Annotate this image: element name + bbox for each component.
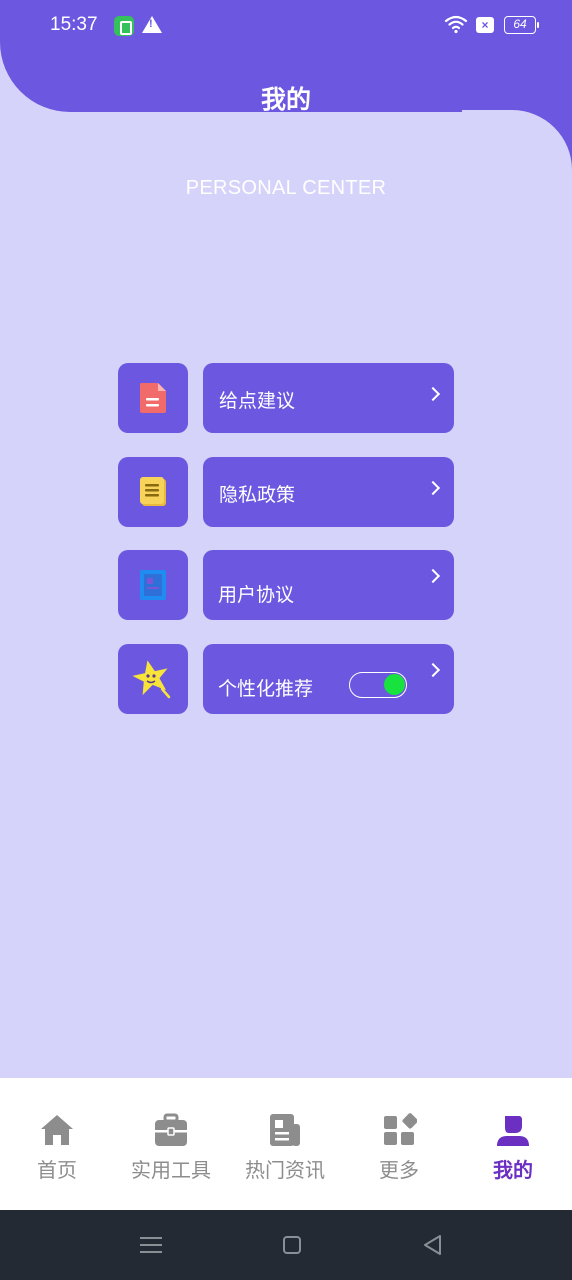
- menu-row-suggestion: 给点建议: [118, 363, 454, 433]
- nav-item-mine[interactable]: 我的: [456, 1078, 570, 1210]
- back-triangle-icon[interactable]: [422, 1234, 442, 1256]
- status-time: 15:37: [50, 14, 98, 35]
- header-curve-decoration: [462, 110, 572, 170]
- battery-icon: 64: [504, 16, 539, 34]
- page-subtitle: PERSONAL CENTER: [185, 177, 387, 199]
- status-bar: 15:37 × 64: [0, 0, 572, 52]
- warning-icon: [142, 16, 162, 33]
- nav-item-news[interactable]: 热门资讯: [228, 1078, 342, 1210]
- person-icon: [497, 1116, 529, 1146]
- menu-icon-box[interactable]: [118, 550, 188, 620]
- chevron-right-icon: [425, 662, 441, 678]
- home-icon: [41, 1115, 73, 1145]
- toolbox-icon: [155, 1113, 187, 1146]
- privacy-policy-button[interactable]: 隐私政策: [203, 457, 454, 527]
- star-icon: [132, 660, 171, 699]
- nav-label: 热门资讯: [245, 1158, 325, 1182]
- menu-label: 用户协议: [218, 584, 295, 606]
- wifi-icon: [444, 15, 468, 34]
- nav-item-home[interactable]: 首页: [0, 1078, 114, 1210]
- toggle-knob: [384, 674, 405, 695]
- nav-label: 实用工具: [131, 1158, 211, 1182]
- menu-icon[interactable]: [140, 1236, 162, 1254]
- menu-icon-box[interactable]: [118, 644, 188, 714]
- nav-label: 我的: [493, 1158, 533, 1182]
- app-notification-icon: [114, 16, 134, 36]
- nav-item-more[interactable]: 更多: [342, 1078, 456, 1210]
- menu-row-agreement: 用户协议: [118, 550, 454, 620]
- menu-label: 个性化推荐: [218, 678, 314, 700]
- nav-label: 更多: [379, 1158, 419, 1182]
- menu-label: 给点建议: [219, 390, 296, 412]
- menu-label: 隐私政策: [219, 484, 296, 506]
- menu-icon-box[interactable]: [118, 457, 188, 527]
- nav-item-tools[interactable]: 实用工具: [114, 1078, 228, 1210]
- chevron-right-icon: [425, 568, 441, 584]
- page-title: 我的: [260, 85, 311, 114]
- personalized-toggle[interactable]: [349, 672, 407, 698]
- suggestion-button[interactable]: 给点建议: [203, 363, 454, 433]
- apps-icon: [384, 1113, 417, 1145]
- chevron-right-icon: [425, 386, 441, 402]
- menu-row-personalized: 个性化推荐: [118, 644, 454, 714]
- menu-icon-box[interactable]: [118, 363, 188, 433]
- user-agreement-button[interactable]: 用户协议: [203, 550, 454, 620]
- document-icon: [140, 383, 166, 413]
- chevron-right-icon: [425, 480, 441, 496]
- home-square-icon[interactable]: [283, 1236, 301, 1254]
- notebook-icon: [140, 477, 166, 506]
- agreement-icon: [140, 570, 166, 600]
- nav-label: 首页: [37, 1158, 77, 1182]
- news-icon: [270, 1114, 300, 1146]
- personalized-recommendation-button[interactable]: 个性化推荐: [203, 644, 454, 714]
- menu-row-privacy: 隐私政策: [118, 457, 454, 527]
- bottom-navigation: 首页 实用工具 热门资讯 更多 我的: [0, 1078, 572, 1210]
- sim-off-icon: ×: [476, 17, 494, 33]
